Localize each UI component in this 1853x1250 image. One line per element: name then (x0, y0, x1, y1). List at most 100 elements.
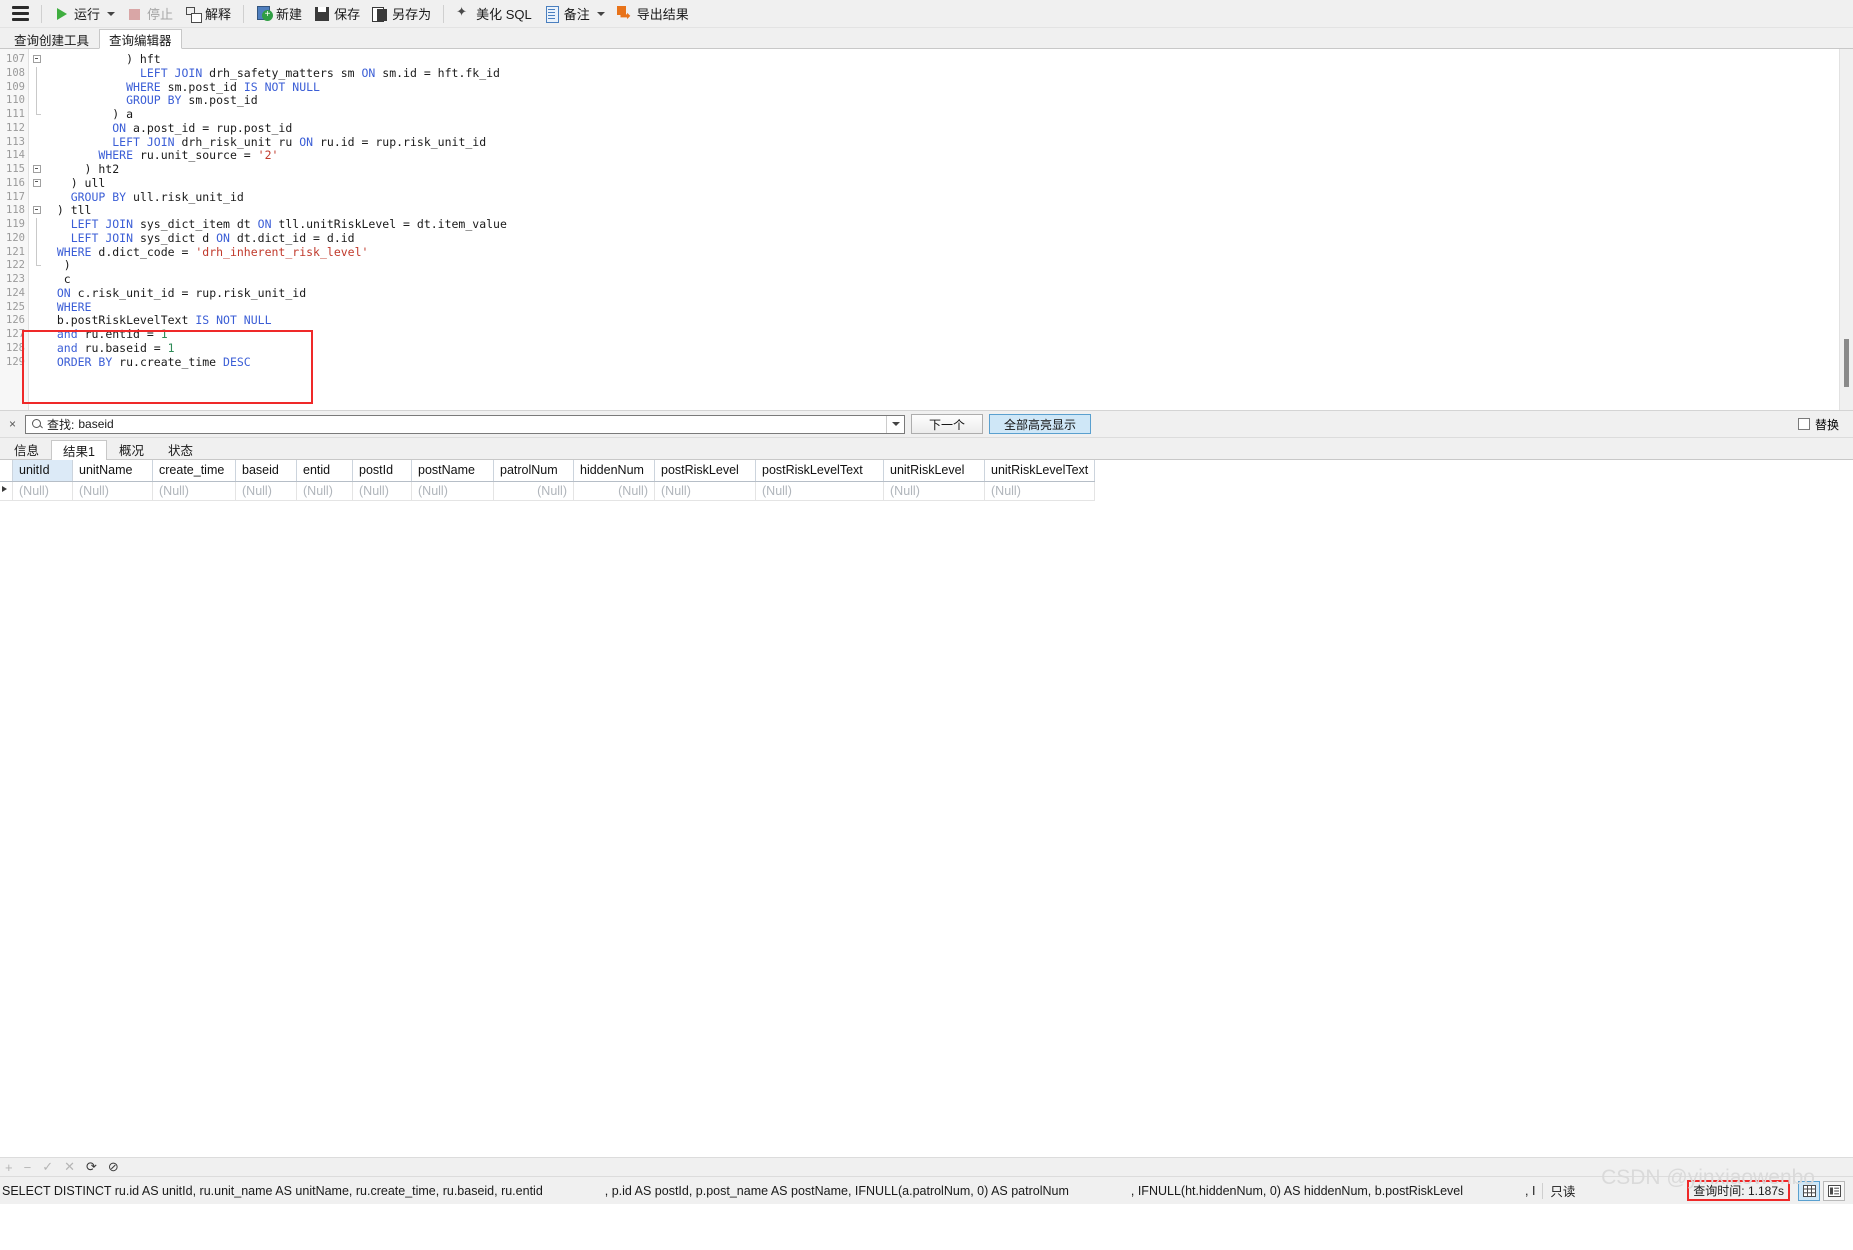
tab-query-builder[interactable]: 查询创建工具 (4, 28, 99, 48)
column-header-patrolNum[interactable]: patrolNum (493, 460, 574, 482)
play-icon (54, 6, 70, 22)
cancel-icon[interactable]: ✕ (64, 1159, 75, 1175)
sql-code-text[interactable]: ) hft LEFT JOIN drh_safety_matters sm ON… (43, 49, 1853, 410)
replace-checkbox[interactable] (1797, 418, 1810, 430)
refresh-icon[interactable]: ⟳ (86, 1159, 97, 1175)
column-header-postRiskLevel[interactable]: postRiskLevel (654, 460, 756, 482)
column-header-postId[interactable]: postId (352, 460, 412, 482)
line-number: 126 (6, 314, 25, 327)
add-icon[interactable]: + (5, 1160, 13, 1175)
editor-tabstrip: 查询创建工具 查询编辑器 (0, 28, 1853, 49)
table-cell[interactable]: (Null) (573, 481, 655, 501)
fold-marker[interactable] (29, 204, 43, 218)
table-cell[interactable]: (Null) (152, 481, 236, 501)
stop-button[interactable]: 停止 (121, 2, 179, 26)
table-cell[interactable]: (Null) (654, 481, 756, 501)
remove-icon[interactable]: − (24, 1160, 32, 1175)
form-view-button[interactable] (1823, 1180, 1845, 1201)
column-header-unitName[interactable]: unitName (72, 460, 153, 482)
table-cell[interactable]: (Null) (296, 481, 353, 501)
explain-button[interactable]: 解释 (179, 2, 237, 26)
column-header-create_time[interactable]: create_time (152, 460, 236, 482)
line-number: 129 (6, 355, 25, 368)
save-as-label: 另存为 (392, 7, 432, 22)
column-header-unitId[interactable]: unitId (12, 460, 73, 482)
run-button[interactable]: 运行 (48, 2, 121, 26)
hamburger-menu-icon[interactable] (12, 6, 29, 22)
grid-view-button[interactable] (1798, 1180, 1820, 1201)
code-line: LEFT JOIN drh_safety_matters sm ON sm.id… (43, 66, 1853, 81)
search-input[interactable]: 查找: baseid (25, 414, 905, 434)
column-header-entid[interactable]: entid (296, 460, 353, 482)
table-cell[interactable]: (Null) (883, 481, 985, 501)
remark-icon (544, 5, 560, 23)
column-header-unitRiskLevelText[interactable]: unitRiskLevelText (984, 460, 1096, 482)
tab-query-editor[interactable]: 查询编辑器 (99, 29, 182, 49)
column-header-postRiskLevelText[interactable]: postRiskLevelText (755, 460, 884, 482)
chevron-down-icon[interactable] (596, 11, 605, 16)
table-cell[interactable]: (Null) (411, 481, 494, 501)
column-header-unitRiskLevel[interactable]: unitRiskLevel (883, 460, 985, 482)
line-number: 110 (6, 94, 25, 107)
toolbar-divider (243, 4, 245, 23)
table-cell[interactable]: (Null) (755, 481, 884, 501)
beautify-sql-button[interactable]: 美化 SQL (450, 2, 538, 26)
line-number: 127 (6, 328, 25, 340)
highlight-all-button[interactable]: 全部高亮显示 (989, 414, 1092, 434)
line-number: 107 (6, 53, 25, 65)
tab-info[interactable]: 信息 (2, 439, 51, 459)
fold-marker[interactable] (29, 163, 43, 177)
chevron-down-icon[interactable] (886, 415, 902, 433)
tab-status[interactable]: 状态 (156, 439, 205, 459)
explain-icon (185, 6, 203, 23)
fold-marker[interactable] (29, 177, 43, 191)
confirm-icon[interactable]: ✓ (42, 1159, 53, 1175)
replace-label: 替换 (1814, 417, 1839, 432)
beautify-icon (456, 4, 472, 22)
table-cell[interactable]: (Null) (72, 481, 153, 501)
remark-button[interactable]: 备注 (538, 2, 611, 26)
table-cell[interactable]: (Null) (493, 481, 574, 501)
dbeaver-sql-editor-window: 运行 停止 解释 新建 保存 另存为 美化 SQL (0, 0, 1853, 1250)
export-result-button[interactable]: 导出结果 (611, 2, 695, 26)
table-cell[interactable]: (Null) (352, 481, 412, 501)
result-table[interactable]: unitId unitName create_time baseid entid post… (0, 460, 1096, 501)
column-header-postName[interactable]: postName (411, 460, 494, 482)
row-marker[interactable] (0, 481, 13, 501)
tab-profile[interactable]: 概况 (107, 439, 156, 459)
fold-marker (29, 231, 43, 246)
fold-marker[interactable] (29, 53, 43, 67)
table-cell[interactable]: (Null) (12, 481, 73, 501)
new-button[interactable]: 新建 (250, 2, 308, 26)
table-cell[interactable]: (Null) (984, 481, 1096, 501)
table-cell[interactable]: (Null) (235, 481, 297, 501)
code-token: sys_dict_item dt (133, 217, 258, 231)
tab-result1[interactable]: 结果1 (51, 440, 107, 460)
fold-marker (29, 80, 43, 95)
scrollbar-thumb[interactable] (1844, 339, 1849, 387)
result-grid-area[interactable]: unitId unitName create_time baseid entid post… (0, 460, 1853, 1204)
save-as-button[interactable]: 另存为 (366, 2, 437, 26)
code-token: ) a (43, 107, 134, 121)
grid-corner-cell[interactable] (0, 460, 13, 482)
code-token: b.postRiskLevelText (43, 313, 196, 328)
close-icon[interactable]: × (6, 417, 19, 431)
code-token: WHERE (56, 244, 92, 259)
replace-toggle[interactable]: 替换 (1797, 416, 1847, 433)
column-header-baseid[interactable]: baseid (235, 460, 297, 482)
chevron-down-icon[interactable] (107, 11, 116, 16)
save-button[interactable]: 保存 (308, 2, 366, 26)
fold-marker (29, 66, 43, 81)
find-next-button[interactable]: 下一个 (911, 414, 983, 434)
code-folding-column[interactable] (29, 49, 43, 410)
table-row[interactable]: (Null) (Null) (Null) (Null) (Null) (Null) (Nul… (0, 481, 1096, 501)
sql-editor-area[interactable]: 107 108 109 110 111 112 113 114 115 116 117 118 119 1… (0, 49, 1853, 411)
column-header-hiddenNum[interactable]: hiddenNum (573, 460, 655, 482)
editor-vertical-scrollbar[interactable] (1839, 49, 1853, 410)
code-token: DESC (223, 354, 251, 369)
stop-icon[interactable]: ⊘ (108, 1159, 119, 1175)
sql-editor[interactable]: 107 108 109 110 111 112 113 114 115 116 117 118 119 1… (0, 49, 1853, 410)
fold-marker (29, 259, 43, 273)
